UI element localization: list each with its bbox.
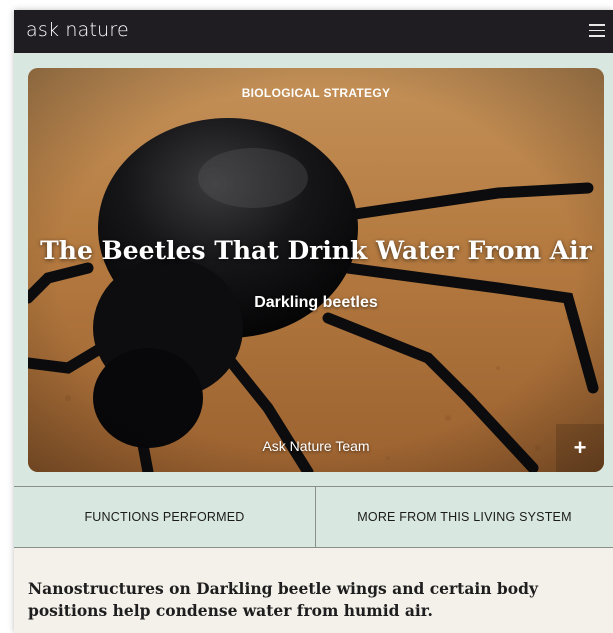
expand-plus-button[interactable]: + <box>556 424 604 472</box>
menu-line <box>589 35 605 37</box>
strategy-summary: Nanostructures on Darkling beetle wings … <box>28 579 538 620</box>
living-system-name[interactable]: Darkling beetles <box>28 294 604 312</box>
menu-line <box>589 24 605 26</box>
top-navigation-bar: ask nature <box>14 10 613 53</box>
darkling-beetle-photo <box>28 68 604 472</box>
app-frame: ask nature BIOLOGICAL STRATEGY The Beetl… <box>14 10 613 633</box>
hero-card: BIOLOGICAL STRATEGY The Beetles That Dri… <box>28 68 604 472</box>
page-title: The Beetles That Drink Water From Air <box>40 236 592 265</box>
ask-nature-logo[interactable]: ask nature <box>26 19 129 41</box>
tab-functions-performed[interactable]: FUNCTIONS PERFORMED <box>14 487 316 547</box>
menu-line <box>589 29 605 31</box>
tab-more-from-living-system[interactable]: MORE FROM THIS LIVING SYSTEM <box>316 487 613 547</box>
plus-icon: + <box>573 435 587 460</box>
hamburger-menu-icon[interactable] <box>589 24 605 38</box>
content-type-label: BIOLOGICAL STRATEGY <box>241 86 391 100</box>
author-name[interactable]: Ask Nature Team <box>28 438 604 454</box>
section-tabs: FUNCTIONS PERFORMED MORE FROM THIS LIVIN… <box>14 486 613 548</box>
